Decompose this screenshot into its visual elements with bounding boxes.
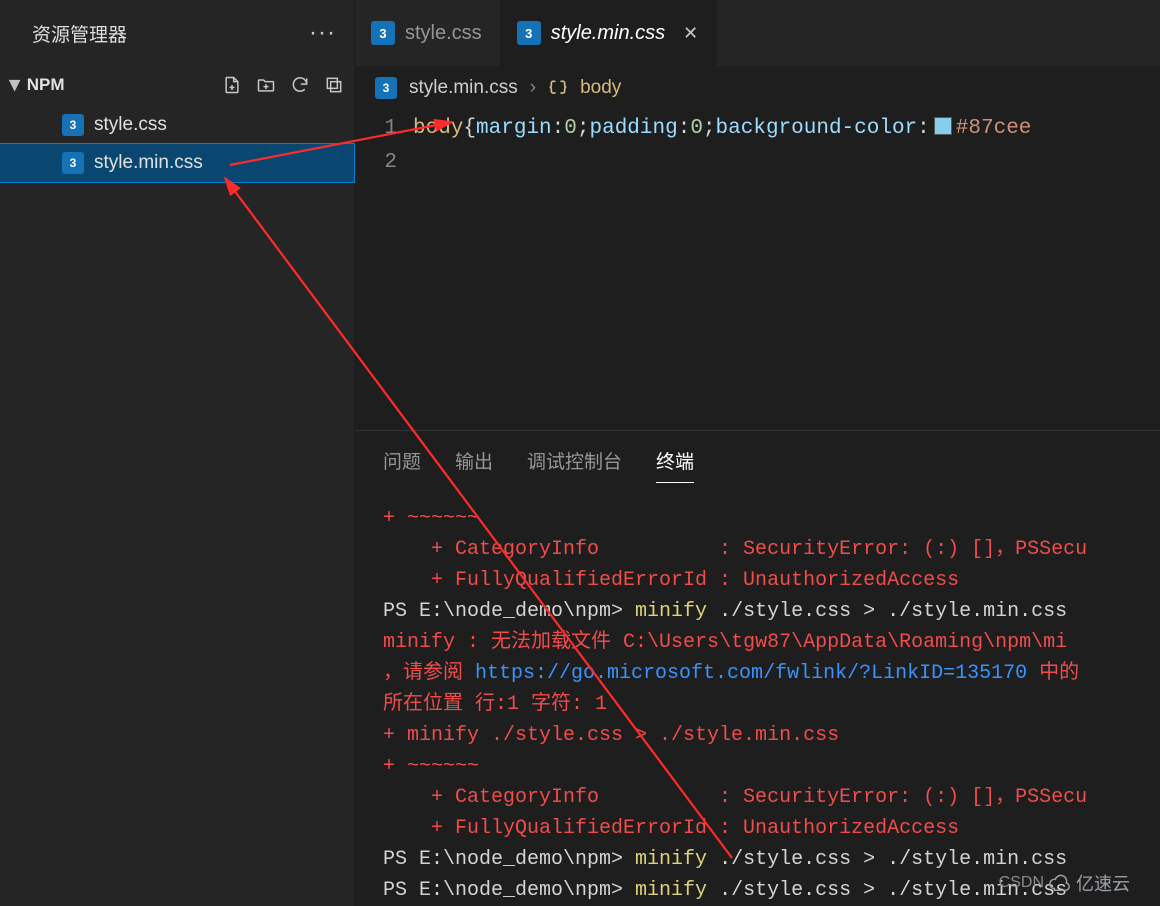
symbol-icon: [548, 78, 568, 98]
project-row[interactable]: ▶ NPM: [0, 66, 354, 104]
more-icon[interactable]: ···: [309, 19, 336, 47]
explorer-title: 资源管理器: [32, 20, 127, 47]
chevron-down-icon: ▶: [7, 80, 24, 91]
crumb-file: style.min.css: [409, 77, 518, 99]
refresh-icon[interactable]: [290, 75, 310, 95]
tab-problems[interactable]: 问题: [383, 447, 421, 483]
code-content: body{margin:0;padding:0;background-color…: [413, 110, 1160, 430]
css-icon: 3: [62, 114, 84, 136]
tab-debug[interactable]: 调试控制台: [527, 447, 622, 483]
close-icon[interactable]: ✕: [683, 23, 698, 44]
color-swatch: [934, 117, 952, 135]
tab-label: style.css: [405, 22, 482, 45]
chevron-right-icon: ›: [530, 77, 536, 99]
css-icon: 3: [62, 152, 84, 174]
cloud-icon: [1048, 872, 1070, 894]
file-label: style.css: [94, 114, 167, 136]
project-name: NPM: [27, 75, 65, 95]
code-editor[interactable]: 1 2 body{margin:0;padding:0;background-c…: [355, 110, 1160, 430]
gutter: 1 2: [355, 110, 413, 430]
crumb-symbol: body: [580, 77, 621, 99]
tab-terminal[interactable]: 终端: [656, 447, 694, 483]
file-label: style.min.css: [94, 152, 203, 174]
new-folder-icon[interactable]: [256, 75, 276, 95]
new-file-icon[interactable]: [222, 75, 242, 95]
watermark-yisu: 亿速云: [1048, 870, 1130, 896]
terminal-output[interactable]: + ~~~~~~ + CategoryInfo : SecurityError:…: [355, 493, 1160, 906]
tab-style-min-css[interactable]: 3 style.min.css ✕: [501, 0, 718, 66]
watermark-csdn: CSDN: [999, 874, 1044, 892]
css-icon: 3: [517, 21, 541, 45]
tree-item[interactable]: 3 style.min.css: [0, 144, 354, 182]
breadcrumb[interactable]: 3 style.min.css › body: [355, 66, 1160, 110]
tree-item[interactable]: 3 style.css: [0, 106, 354, 144]
tab-style-css[interactable]: 3 style.css: [355, 0, 501, 66]
tab-label: style.min.css: [551, 22, 665, 45]
css-icon: 3: [375, 77, 397, 99]
collapse-icon[interactable]: [324, 75, 344, 95]
tab-output[interactable]: 输出: [455, 447, 493, 483]
css-icon: 3: [371, 21, 395, 45]
